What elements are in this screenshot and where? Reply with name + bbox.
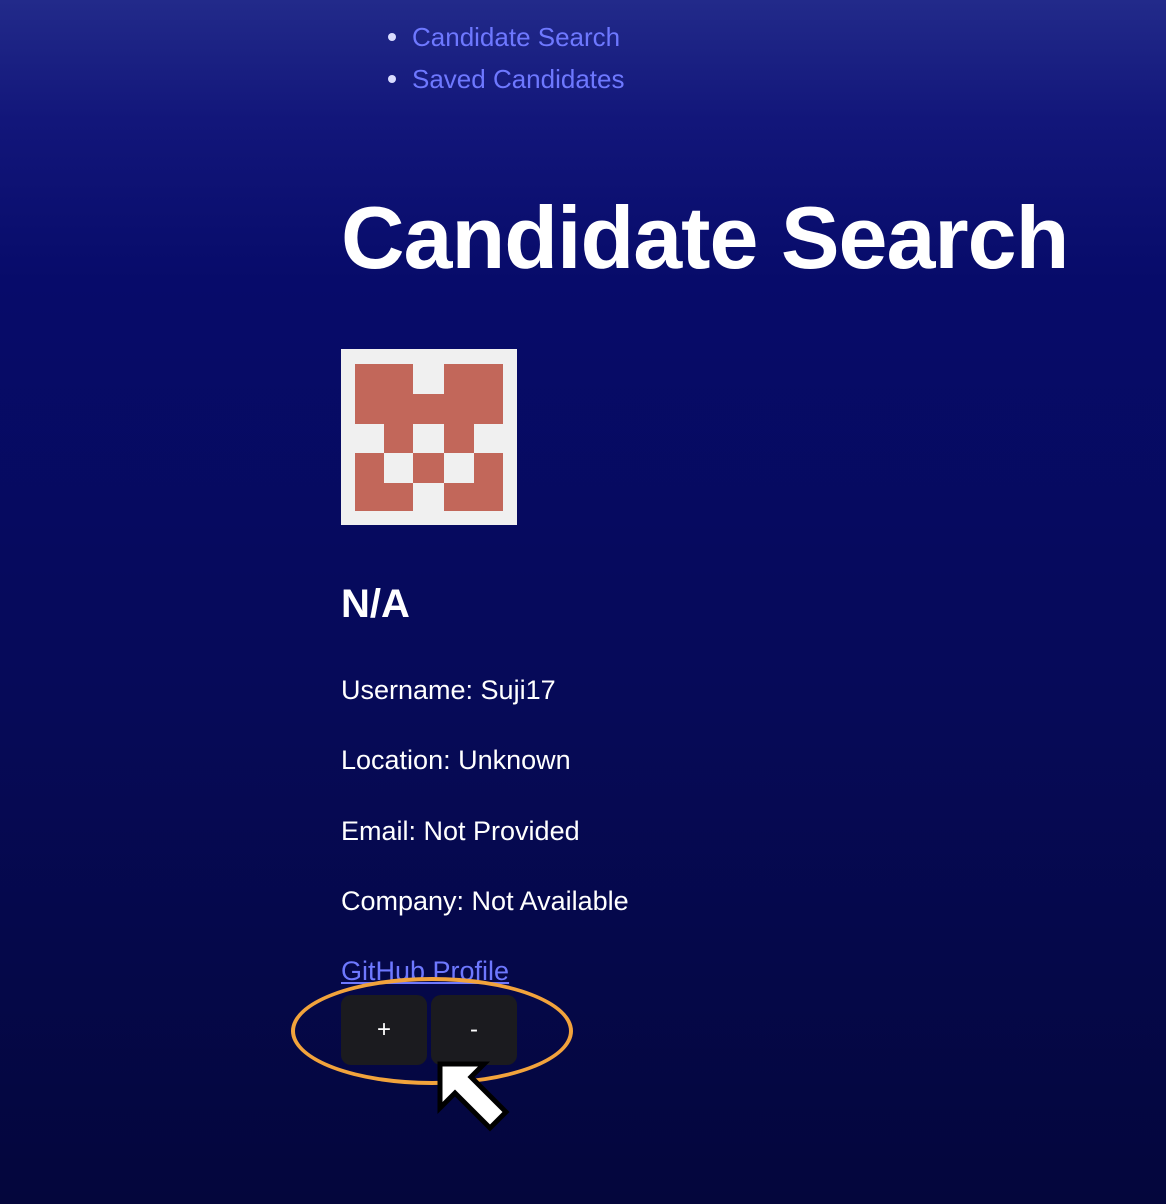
bullet-icon <box>388 33 396 41</box>
nav-link-saved-candidates[interactable]: Saved Candidates <box>412 64 624 94</box>
top-nav: Candidate Search Saved Candidates <box>386 18 624 102</box>
candidate-name: N/A <box>341 582 410 626</box>
identicon-avatar <box>341 349 517 525</box>
add-candidate-button[interactable]: + <box>341 995 427 1065</box>
candidate-email: Email: Not Provided <box>341 816 580 846</box>
candidate-company: Company: Not Available <box>341 886 629 916</box>
page-title: Candidate Search <box>341 188 1069 287</box>
github-profile-link[interactable]: GitHub Profile <box>341 954 509 988</box>
nav-item-saved-candidates: Saved Candidates <box>386 60 624 102</box>
remove-candidate-button[interactable]: - <box>431 995 517 1065</box>
nav-item-candidate-search: Candidate Search <box>386 18 624 60</box>
candidate-location: Location: Unknown <box>341 745 571 775</box>
candidate-username: Username: Suji17 <box>341 675 556 705</box>
nav-link-candidate-search[interactable]: Candidate Search <box>412 22 620 52</box>
bullet-icon <box>388 75 396 83</box>
mouse-pointer-icon <box>437 1061 510 1132</box>
